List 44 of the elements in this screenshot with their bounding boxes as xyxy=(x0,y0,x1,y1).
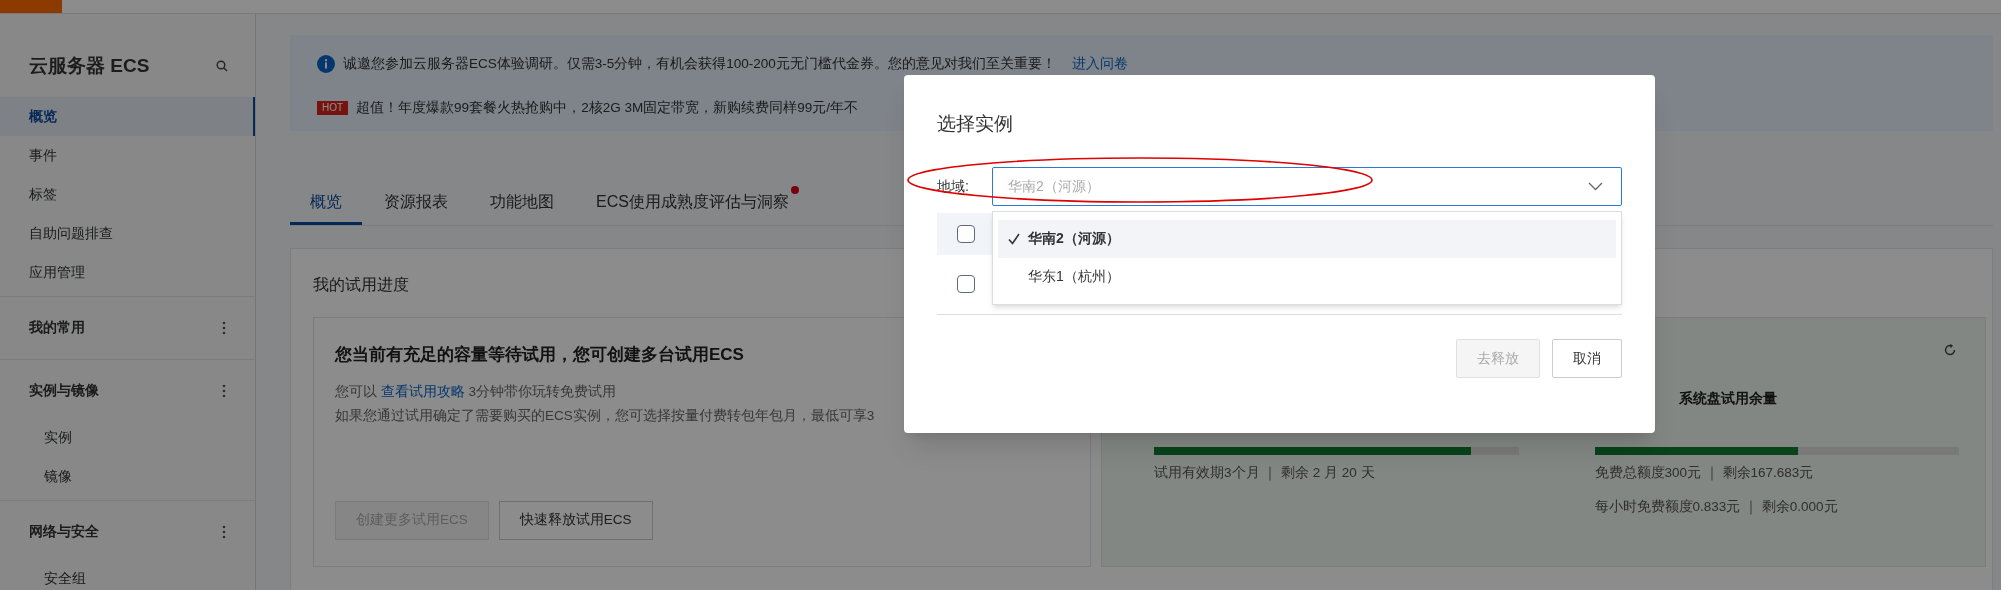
logo-block xyxy=(0,0,62,13)
checkmark-icon xyxy=(1008,232,1020,245)
sidebar-item[interactable]: 自助问题排查 xyxy=(0,213,255,253)
more-icon[interactable] xyxy=(222,383,226,398)
promo-text: 超值！年度爆款99套餐火热抢购中，2核2G 3M固定带宽，新购续费同样99元/年不 xyxy=(356,98,858,117)
metric-caption: 每小时免费额度0.833元 ｜ 剩余0.000元 xyxy=(1594,498,1839,517)
survey-link[interactable]: 进入问卷 xyxy=(1071,53,1128,75)
info-icon xyxy=(317,55,335,73)
tab[interactable]: 概览 xyxy=(290,190,362,225)
tab[interactable]: 功能地图 xyxy=(470,190,574,225)
hot-badge: HOT xyxy=(317,101,349,115)
dialog-title: 选择实例 xyxy=(937,112,1014,136)
sidebar-item[interactable]: 应用管理 xyxy=(0,252,255,292)
checkbox[interactable] xyxy=(957,224,975,243)
sidebar-item[interactable]: 镜像 xyxy=(0,456,255,496)
sidebar-group-title[interactable]: 实例与镜像 xyxy=(29,380,99,401)
checkbox[interactable] xyxy=(957,275,975,293)
sidebar-group-title[interactable]: 网络与安全 xyxy=(29,521,99,542)
search-icon[interactable] xyxy=(216,60,228,73)
sidebar-item[interactable]: 安全组 xyxy=(0,558,255,590)
sidebar-item[interactable]: 概览 xyxy=(0,96,255,136)
metric-caption: 试用有效期3个月 ｜ 剩余 2 月 20 天 xyxy=(1154,464,1376,483)
action-button[interactable]: 快速释放试用ECS xyxy=(498,501,653,540)
dialog-button[interactable]: 取消 xyxy=(1552,338,1622,378)
dropdown-option[interactable]: 华南2（河源） xyxy=(998,219,1616,258)
more-icon[interactable] xyxy=(222,320,226,335)
sidebar-group-title[interactable]: 我的常用 xyxy=(29,317,85,338)
refresh-icon[interactable] xyxy=(1943,343,1957,357)
more-icon[interactable] xyxy=(222,524,226,539)
guide-link[interactable]: 查看试用攻略 xyxy=(380,383,465,399)
metric-title: 系统盘试用余量 xyxy=(1678,389,1778,408)
dropdown-option[interactable]: 华东1（杭州） xyxy=(998,257,1616,296)
metric-caption: 免费总额度300元 ｜ 剩余167.683元 xyxy=(1594,464,1815,483)
chevron-down-icon xyxy=(1588,181,1603,191)
trial-heading: 您当前有充足的容量等待试用，您可创建多台试用ECS xyxy=(335,344,745,366)
tab[interactable]: ECS使用成熟度评估与洞察 xyxy=(576,190,809,225)
sidebar-title: 云服务器 ECS xyxy=(29,54,150,78)
sidebar-item[interactable]: 实例 xyxy=(0,417,255,457)
tab[interactable]: 资源报表 xyxy=(364,190,468,225)
trial-note: 如果您通过试用确定了需要购买的ECS实例，您可选择按量付费转包年包月，最低可享3 xyxy=(335,406,876,425)
panel-title: 我的试用进度 xyxy=(313,275,409,295)
notice-text: 诚邀您参加云服务器ECS体验调研。仅需3-5分钟，有机会获得100-200元无门槛代金券。您的意见对我们至关重要！ xyxy=(343,54,1056,73)
sidebar-item[interactable]: 标签 xyxy=(0,174,255,214)
region-label: 地域: xyxy=(937,176,970,196)
